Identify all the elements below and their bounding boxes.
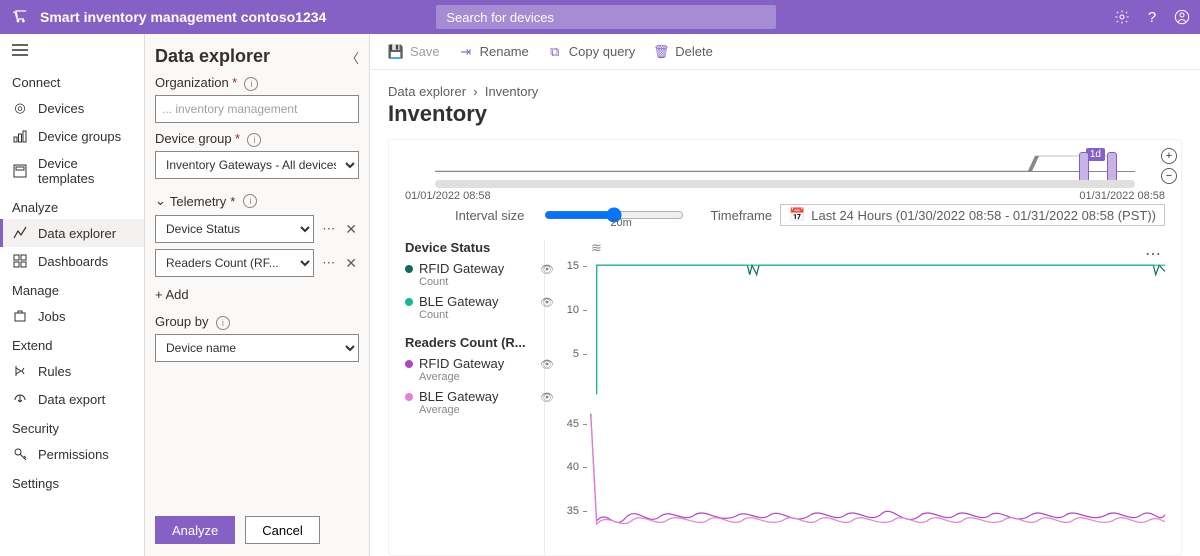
legend-dot xyxy=(405,393,413,401)
chart-container: +− 1d 01/01/2022 08:58 01/31/2022 08:58 … xyxy=(388,139,1182,556)
remove-icon[interactable]: ✕ xyxy=(343,221,359,238)
org-label: Organization * i xyxy=(155,75,359,91)
jobs-icon xyxy=(12,308,28,324)
search-input[interactable] xyxy=(436,5,776,29)
chart-legend: Device Status RFID GatewayCount👁 BLE Gat… xyxy=(405,240,545,555)
add-telemetry-button[interactable]: + Add xyxy=(155,283,359,306)
more-icon[interactable]: ⋯ xyxy=(318,221,339,237)
group-by-label: Group by i xyxy=(155,314,359,330)
calendar-icon: 📅 xyxy=(789,207,805,223)
more-icon[interactable]: ⋯ xyxy=(318,255,339,271)
timeline-end: 01/31/2022 08:58 xyxy=(1079,190,1165,202)
delete-button[interactable]: 🗑Delete xyxy=(653,44,713,60)
data-explorer-panel: Data explorer 〈 Organization * i Device … xyxy=(145,34,370,556)
legend-dot xyxy=(405,265,413,273)
time-range-slider[interactable]: 1d 01/01/2022 08:58 01/31/2022 08:58 xyxy=(405,148,1165,196)
page-title: Inventory xyxy=(370,99,1200,139)
timeline-start: 01/01/2022 08:58 xyxy=(405,190,491,202)
info-icon[interactable]: i xyxy=(216,316,230,330)
legend-item[interactable]: RFID GatewayAverage👁 xyxy=(405,356,536,383)
nav-section-manage: Manage xyxy=(0,275,144,302)
info-icon[interactable]: i xyxy=(247,133,261,147)
timeframe-label: Timeframe xyxy=(710,208,772,223)
timeframe-picker[interactable]: 📅Last 24 Hours (01/30/2022 08:58 - 01/31… xyxy=(780,204,1165,226)
info-icon[interactable]: i xyxy=(244,77,258,91)
analyze-button[interactable]: Analyze xyxy=(155,516,235,544)
permissions-icon xyxy=(12,446,28,462)
template-icon xyxy=(12,163,28,179)
remove-icon[interactable]: ✕ xyxy=(343,255,359,272)
nav-device-groups[interactable]: Device groups xyxy=(0,122,144,150)
export-icon xyxy=(12,391,28,407)
device-group-label: Device group * i xyxy=(155,131,359,147)
legend-item[interactable]: BLE GatewayCount👁 xyxy=(405,294,536,321)
nav-data-export[interactable]: Data export xyxy=(0,385,144,413)
nav-data-explorer[interactable]: Data explorer xyxy=(0,219,144,247)
rules-icon xyxy=(12,363,28,379)
legend-item[interactable]: RFID GatewayCount👁 xyxy=(405,261,536,288)
interval-size-label: Interval size xyxy=(455,208,524,223)
rename-button[interactable]: ⇥Rename xyxy=(458,44,529,60)
save-button[interactable]: 💾Save xyxy=(388,44,440,60)
nav-rules[interactable]: Rules xyxy=(0,357,144,385)
explorer-icon xyxy=(12,225,28,241)
dashboard-icon xyxy=(12,253,28,269)
group-by-select[interactable]: Device name xyxy=(155,334,359,362)
groups-icon xyxy=(12,128,28,144)
hamburger-icon[interactable] xyxy=(0,40,144,67)
toolbar: 💾Save ⇥Rename ⧉Copy query 🗑Delete xyxy=(370,34,1200,70)
nav-dashboards[interactable]: Dashboards xyxy=(0,247,144,275)
nav-permissions[interactable]: Permissions xyxy=(0,440,144,468)
nav-devices[interactable]: ◎Devices xyxy=(0,94,144,122)
nav-device-templates[interactable]: Device templates xyxy=(0,150,144,192)
telemetry-select-1[interactable]: Device Status xyxy=(155,215,314,243)
organization-input[interactable] xyxy=(155,95,359,123)
account-icon[interactable] xyxy=(1174,9,1190,25)
breadcrumb: Data explorer › Inventory xyxy=(370,70,1200,99)
legend-dot xyxy=(405,298,413,306)
chart-readers-count: 354045 xyxy=(545,398,1165,556)
breadcrumb-leaf: Inventory xyxy=(485,84,538,99)
chevron-down-icon: ⌄ xyxy=(155,193,166,209)
chart-plots: ≋ ⋯ 51015 354045 xyxy=(545,240,1165,555)
gear-icon[interactable] xyxy=(1114,9,1130,25)
copy-query-button[interactable]: ⧉Copy query xyxy=(547,44,635,60)
legend-group-2: Readers Count (R... xyxy=(405,335,536,350)
nav-section-security: Security xyxy=(0,413,144,440)
legend-dot xyxy=(405,360,413,368)
panel-title: Data explorer xyxy=(155,46,359,67)
left-nav: Connect ◎Devices Device groups Device te… xyxy=(0,34,145,556)
telemetry-label[interactable]: ⌄ Telemetry * i xyxy=(155,193,359,209)
delete-icon: 🗑 xyxy=(653,44,669,60)
cancel-button[interactable]: Cancel xyxy=(245,516,319,544)
help-icon[interactable]: ? xyxy=(1144,9,1160,25)
interval-size-value: 20m xyxy=(610,217,631,229)
app-title: Smart inventory management contoso1234 xyxy=(40,9,326,25)
chart-device-status: 51015 xyxy=(545,240,1165,398)
breadcrumb-root[interactable]: Data explorer xyxy=(388,84,466,99)
device-icon: ◎ xyxy=(12,100,28,116)
nav-section-settings: Settings xyxy=(0,468,144,495)
cart-icon xyxy=(10,7,30,27)
copy-icon: ⧉ xyxy=(547,44,563,60)
legend-group-1: Device Status xyxy=(405,240,536,255)
nav-section-connect: Connect xyxy=(0,67,144,94)
device-group-select[interactable]: Inventory Gateways - All devices xyxy=(155,151,359,179)
telemetry-select-2[interactable]: Readers Count (RF... xyxy=(155,249,314,277)
nav-section-analyze: Analyze xyxy=(0,192,144,219)
legend-item[interactable]: BLE GatewayAverage👁 xyxy=(405,389,536,416)
collapse-panel-icon[interactable]: 〈 xyxy=(346,48,359,67)
nav-jobs[interactable]: Jobs xyxy=(0,302,144,330)
top-bar: Smart inventory management contoso1234 ? xyxy=(0,0,1200,34)
content-area: 💾Save ⇥Rename ⧉Copy query 🗑Delete Data e… xyxy=(370,34,1200,556)
info-icon[interactable]: i xyxy=(243,194,257,208)
nav-section-extend: Extend xyxy=(0,330,144,357)
rename-icon: ⇥ xyxy=(458,44,474,60)
save-icon: 💾 xyxy=(388,44,404,60)
